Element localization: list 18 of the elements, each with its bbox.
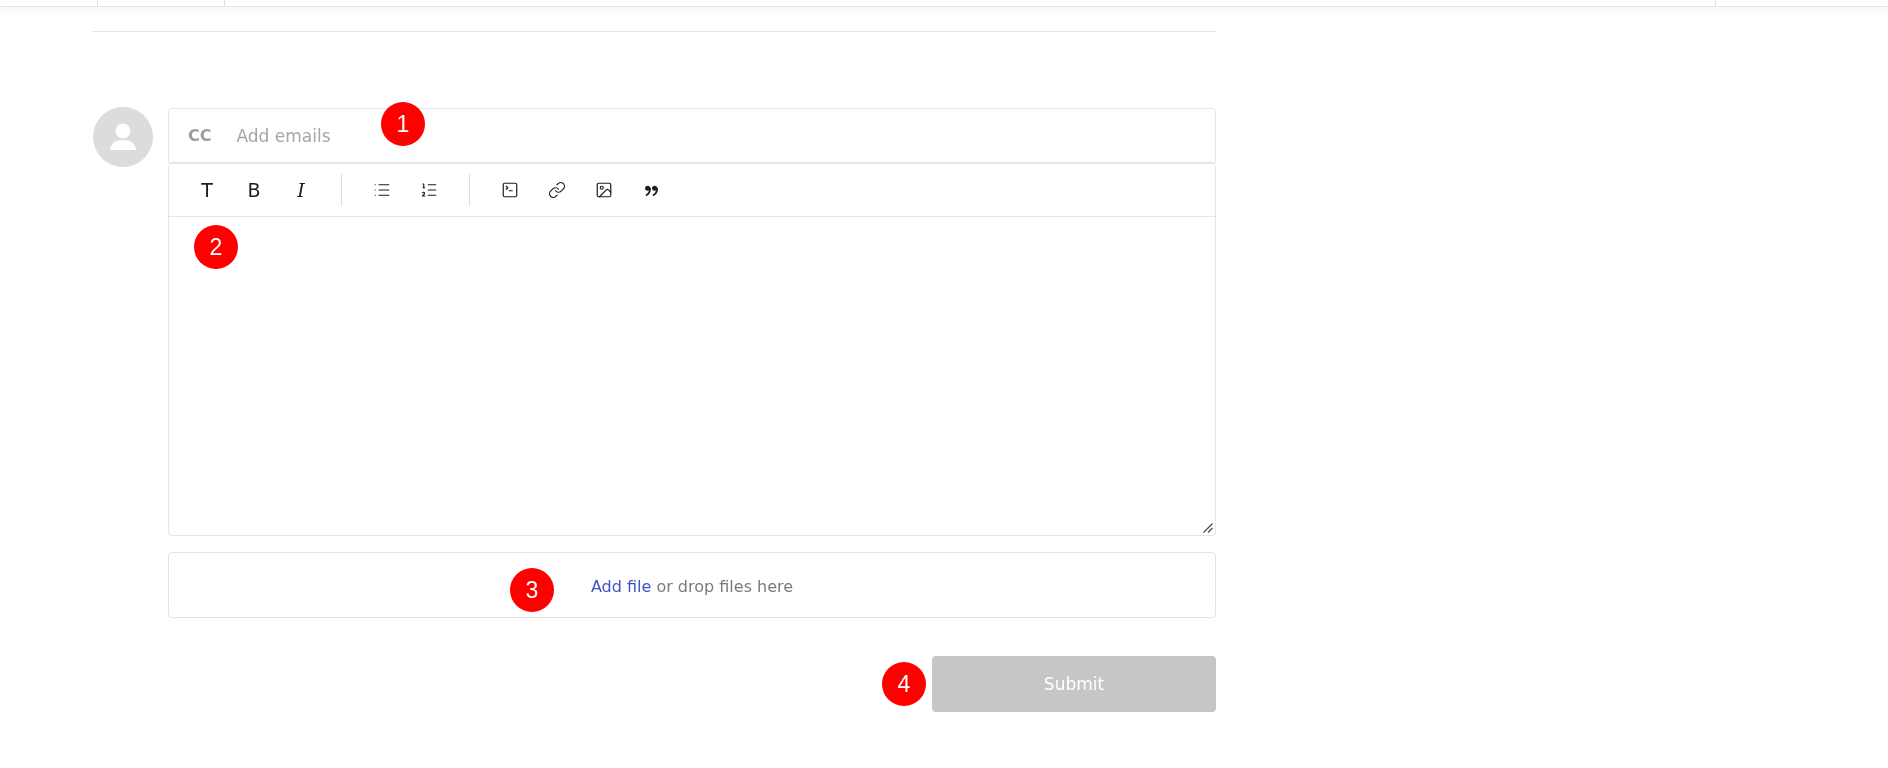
italic-button[interactable]: I [286, 175, 316, 205]
callout-number: 2 [194, 225, 238, 269]
numbered-list-icon [420, 181, 438, 199]
image-icon [595, 181, 613, 199]
drop-zone-text: Add file or drop files here [590, 577, 794, 596]
terminal-icon [501, 181, 519, 199]
bullet-list-icon [373, 181, 391, 199]
add-file-link[interactable]: Add file [590, 577, 652, 596]
cc-label: CC [188, 126, 212, 145]
message-editor[interactable]: 2 [169, 217, 1215, 535]
callout-number: 4 [882, 662, 926, 706]
callout-number: 3 [510, 568, 554, 612]
avatar-icon [93, 107, 153, 167]
bold-button[interactable]: B [239, 175, 269, 205]
link-icon [548, 181, 566, 199]
callout-number: 1 [381, 102, 425, 146]
text-style-button[interactable]: T [192, 175, 222, 205]
resize-handle-icon[interactable] [1203, 523, 1213, 533]
